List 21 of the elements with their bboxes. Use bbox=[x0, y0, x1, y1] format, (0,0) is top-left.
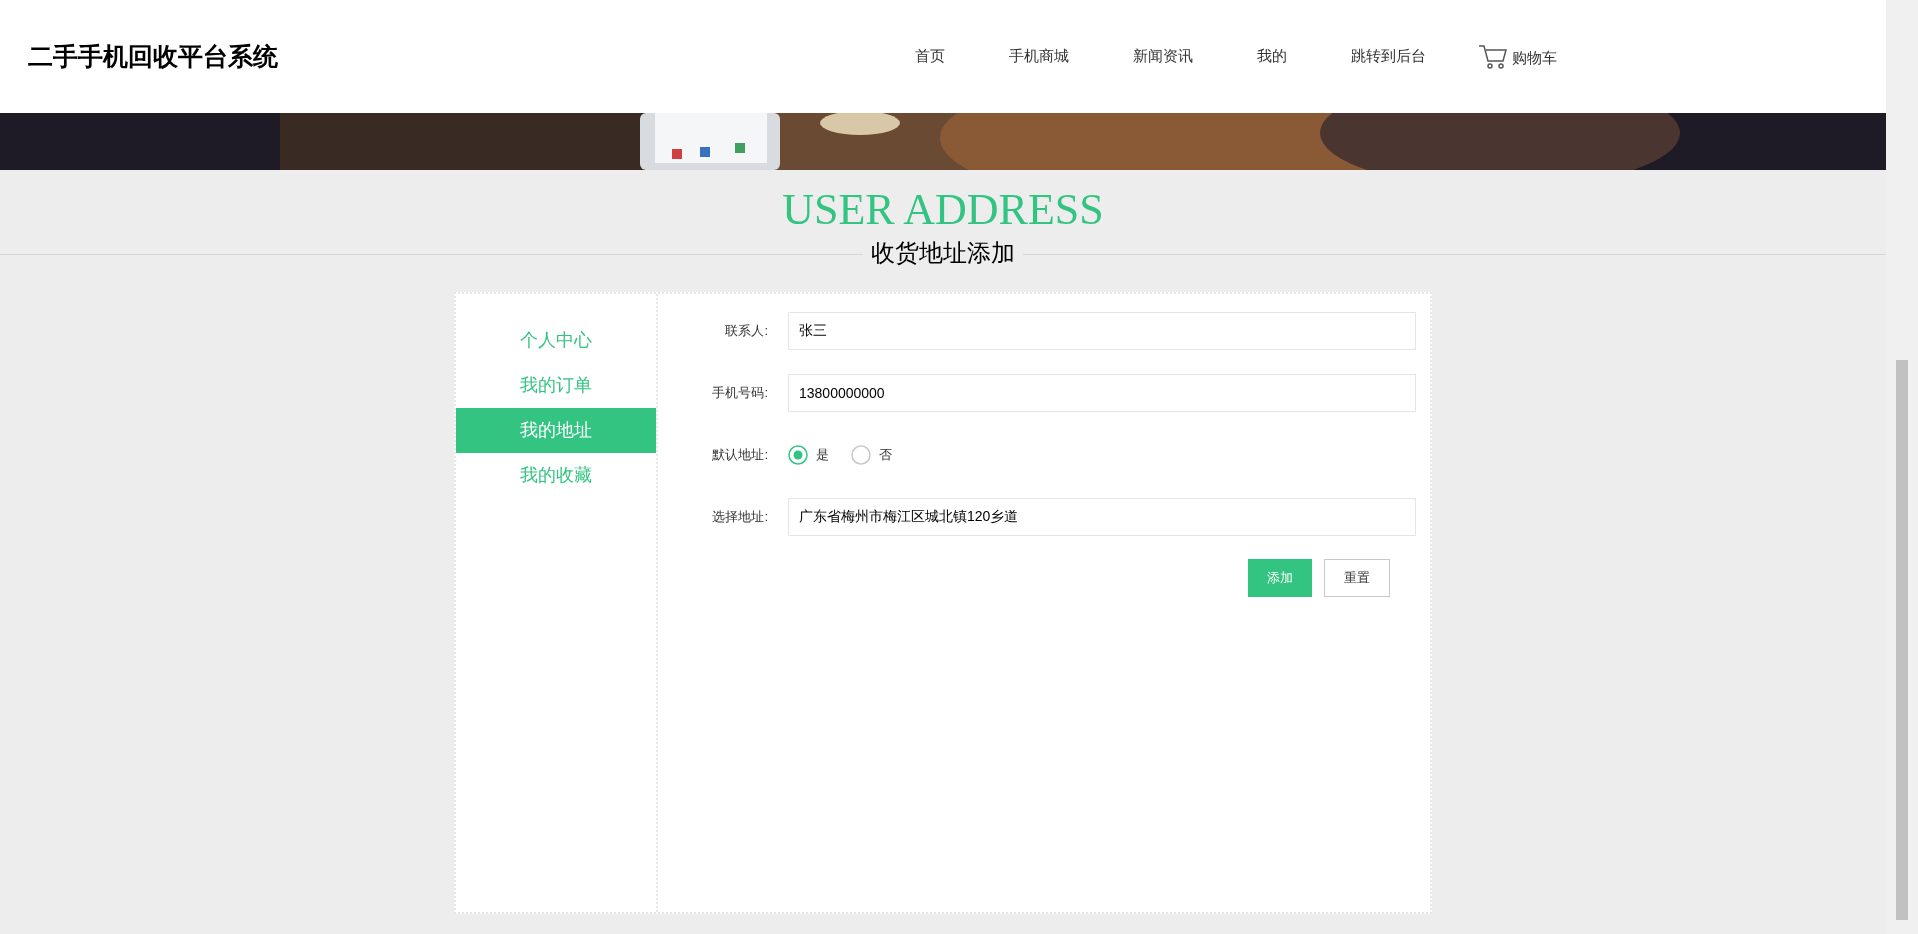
site-title: 二手手机回收平台系统 bbox=[28, 40, 279, 72]
input-field[interactable]: 广东省梅州市梅江区城北镇120乡道 bbox=[788, 498, 1416, 536]
radio-option[interactable]: 否 bbox=[851, 445, 892, 465]
radio-button[interactable] bbox=[788, 445, 808, 465]
field-label: 默认地址: bbox=[711, 446, 768, 465]
nav-link[interactable]: 手机商城 bbox=[977, 45, 1101, 68]
radio-button[interactable] bbox=[851, 445, 871, 465]
nav-link[interactable]: 我的 bbox=[1225, 45, 1319, 68]
radio-option[interactable]: 是 bbox=[788, 445, 829, 465]
field-label: 联系人: bbox=[724, 322, 768, 341]
nav-link[interactable]: 跳转到后台 bbox=[1319, 45, 1458, 68]
nav-link[interactable]: 首页 bbox=[883, 45, 977, 68]
page-title: USER ADDRESS bbox=[782, 184, 1104, 236]
input-field[interactable]: 张三 bbox=[788, 312, 1416, 350]
cart-icon bbox=[1478, 43, 1508, 70]
nav-link[interactable]: 新闻资讯 bbox=[1101, 45, 1225, 68]
field-label: 手机号码: bbox=[711, 384, 768, 403]
cart-link[interactable]: 购物车 bbox=[1478, 43, 1557, 70]
reset-button[interactable]: 重置 bbox=[1324, 559, 1390, 597]
field-label: 选择地址: bbox=[711, 508, 768, 527]
input-field[interactable]: 13800000000 bbox=[788, 374, 1416, 412]
